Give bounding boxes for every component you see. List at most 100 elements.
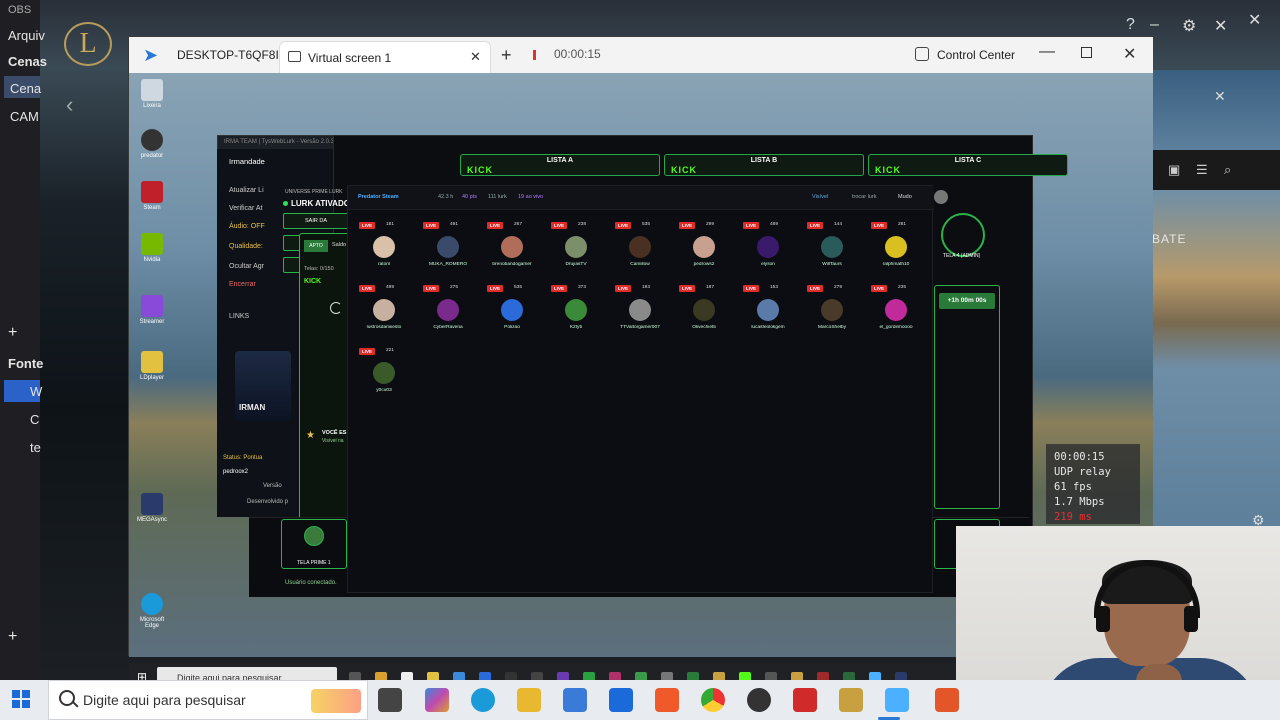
search-icon[interactable]: ⌕ — [1224, 162, 1231, 178]
streamer-card[interactable]: LIVE 275 CyberRavena — [420, 285, 476, 343]
streamer-card[interactable]: LIVE 193 TTValtorgamer007 — [612, 285, 668, 343]
menu-encerrar[interactable]: Encerrar — [229, 281, 256, 288]
menu-audio[interactable]: Áudio: OFF — [229, 223, 265, 230]
scene-item-cena[interactable]: Cena — [10, 81, 41, 96]
streamer-card[interactable]: LIVE 491 MUKA_ROMERO — [420, 222, 476, 280]
tab-lista-b[interactable]: LISTA B KICK — [664, 154, 864, 176]
menu-verificar[interactable]: Verificar At — [229, 205, 262, 212]
hub-mudo-button[interactable]: Mudo — [898, 194, 912, 200]
menu-qualidade[interactable]: Qualidade: — [229, 243, 263, 250]
avatar — [373, 299, 395, 321]
streamer-card[interactable]: LIVE 535 Polizao — [484, 285, 540, 343]
app-icon[interactable] — [935, 688, 959, 712]
close-icon[interactable]: ✕ — [1214, 16, 1227, 36]
new-tab-button[interactable]: + — [501, 45, 512, 66]
desktop-icon-edge[interactable]: Microsoft Edge — [135, 593, 169, 629]
streamer-card[interactable]: LIVE 235 el_gordinhoooo — [868, 285, 924, 343]
desktop-icon-ldplayer[interactable]: LDplayer — [135, 351, 169, 381]
streamer-card[interactable]: LIVE 221 y0cu03 — [356, 348, 412, 406]
tab-lista-c[interactable]: LISTA C KICK — [868, 154, 1068, 176]
sair-button-1[interactable]: SAIR DA — [283, 213, 349, 229]
monitor-icon — [288, 51, 301, 62]
explorer-icon[interactable] — [517, 688, 541, 712]
brave-icon[interactable] — [655, 688, 679, 712]
source-item-3[interactable]: te — [30, 440, 41, 455]
desktop-icon-app[interactable]: predator — [135, 129, 169, 159]
edge-icon[interactable] — [471, 688, 495, 712]
back-chevron-icon[interactable]: ‹ — [66, 92, 73, 118]
desktop-icon-mega[interactable]: MEGAsync — [135, 493, 169, 523]
tab-lista-a[interactable]: LISTA A KICK — [460, 154, 660, 176]
maximize-button[interactable] — [1081, 47, 1092, 58]
streamer-card[interactable]: LIVE 187 Olivechietti — [676, 285, 732, 343]
menu-atualizar[interactable]: Atualizar Li — [229, 187, 264, 194]
obs-icon[interactable] — [747, 688, 771, 712]
avatar — [757, 236, 779, 258]
live-badge: LIVE — [743, 285, 759, 292]
timer-pill: +1h 00m 00s — [939, 293, 995, 309]
outlook-icon[interactable] — [609, 688, 633, 712]
desktop-icon-nvidia[interactable]: Nvidia — [135, 233, 169, 263]
source-item-2[interactable]: C — [30, 412, 39, 427]
avatar — [437, 299, 459, 321]
folder-icon[interactable]: ▣ — [1168, 162, 1180, 178]
app-icon[interactable] — [793, 688, 817, 712]
avatar — [629, 236, 651, 258]
viewer-count: 535 — [642, 222, 651, 227]
tela-panel-right — [934, 285, 1000, 509]
streamer-card[interactable]: LIVE 267 brenobandogamer — [484, 222, 540, 280]
streamer-name: Polizao — [504, 325, 520, 330]
streamer-card[interactable]: LIVE 281 ralphmath10 — [868, 222, 924, 280]
live-badge: LIVE — [423, 222, 439, 229]
desktop-icon-lixeira[interactable]: Lixeira — [135, 79, 169, 109]
close-icon[interactable]: ✕ — [1214, 88, 1226, 105]
help-button[interactable]: ? — [1126, 16, 1135, 34]
hub-trocar-button[interactable]: trocar lurk — [852, 194, 876, 200]
streamer-card[interactable]: LIVE 181 ratoril — [356, 222, 412, 280]
close-button[interactable]: ✕ — [1123, 44, 1136, 64]
list-icon[interactable]: ☰ — [1196, 162, 1208, 178]
viewer-count: 221 — [386, 348, 395, 353]
streamer-card[interactable]: LIVE 499 lustrosdamiiesto — [356, 285, 412, 343]
streamer-card[interactable]: LIVE 153 lucasfeolokgem — [740, 285, 796, 343]
lol-icon[interactable] — [839, 688, 863, 712]
live-badge: LIVE — [871, 222, 887, 229]
streamer-card[interactable]: LIVE 489 elyson — [740, 222, 796, 280]
add-source-icon[interactable]: + — [8, 628, 17, 646]
obs-menu-file[interactable]: Arquiv — [8, 28, 45, 43]
streamer-card[interactable]: LIVE 144 WillTaurs — [804, 222, 860, 280]
streamer-card[interactable]: LIVE 238 DrujiasTV — [548, 222, 604, 280]
control-center-button[interactable]: Control Center — [937, 48, 1015, 62]
source-item-1[interactable]: W — [30, 384, 42, 399]
chrome-icon[interactable] — [701, 688, 725, 712]
streamer-card[interactable]: LIVE 279 MarcoShelby — [804, 285, 860, 343]
taskview-icon[interactable] — [378, 688, 402, 712]
copilot-icon[interactable] — [425, 688, 449, 712]
remote-host-name[interactable]: DESKTOP-T6QF8IK — [177, 48, 287, 62]
add-scene-icon[interactable]: + — [8, 324, 17, 342]
desktop-icon-steam[interactable]: Steam — [135, 181, 169, 211]
scene-item-cam[interactable]: CAM — [10, 109, 39, 124]
host-search-box[interactable]: Digite aqui para pesquisar — [48, 680, 368, 720]
remote-app-icon[interactable] — [885, 688, 909, 712]
desktop-icon-streamer[interactable]: Streamer — [135, 295, 169, 325]
headset-ear-right — [1184, 606, 1198, 632]
menu-ocultar[interactable]: Ocultar Agr — [229, 263, 264, 270]
tab-virtual-screen[interactable]: Virtual screen 1 ✕ — [279, 41, 491, 73]
hub-user-avatar[interactable] — [934, 190, 948, 204]
menu-links[interactable]: LINKS — [229, 313, 249, 320]
minimize-icon[interactable]: – — [1150, 16, 1159, 34]
windows-start-icon[interactable] — [12, 690, 30, 708]
streamer-card[interactable]: LIVE 535 Camillow — [612, 222, 668, 280]
store-icon[interactable] — [563, 688, 587, 712]
streamer-card[interactable]: LIVE 299 pedrows2 — [676, 222, 732, 280]
close-icon[interactable]: ✕ — [1248, 10, 1261, 30]
tela4-avatar[interactable] — [941, 213, 985, 257]
remote-app-logo-icon: ➤ — [143, 45, 159, 65]
gear-icon[interactable]: ⚙ — [1182, 16, 1196, 36]
minimize-button[interactable]: — — [1039, 43, 1055, 61]
hub-visivel-button[interactable]: Visível — [812, 194, 828, 200]
streamer-card[interactable]: LIVE 373 K2fy5 — [548, 285, 604, 343]
control-center-icon[interactable] — [915, 47, 929, 61]
close-tab-icon[interactable]: ✕ — [470, 49, 481, 65]
